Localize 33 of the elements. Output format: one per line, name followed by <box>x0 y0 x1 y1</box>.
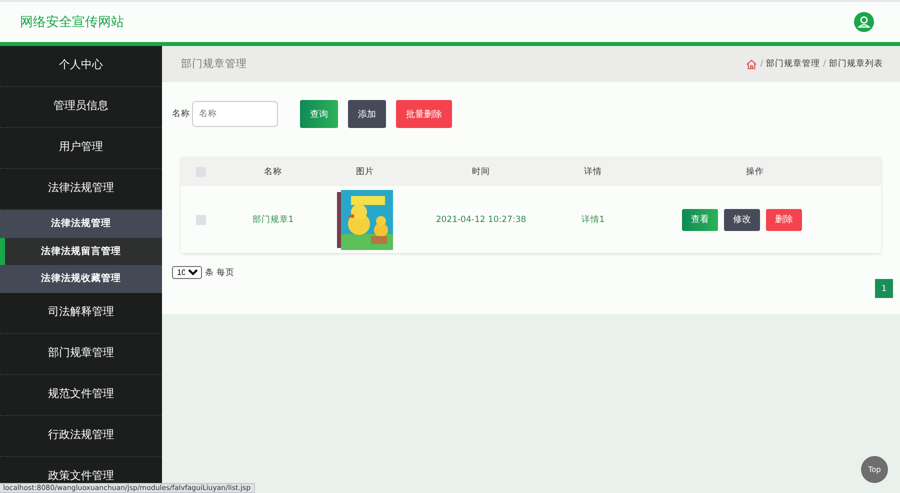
toolbar-button[interactable]: 查询 <box>300 100 338 128</box>
name-input-field[interactable]: 名称 <box>192 101 278 127</box>
row-action-button[interactable]: 删除 <box>766 208 802 230</box>
home-icon[interactable] <box>746 58 758 70</box>
field-label: 名称 <box>172 108 190 120</box>
page-number[interactable]: 1 <box>875 279 893 298</box>
nav-item[interactable]: 规范文件管理 <box>0 374 162 416</box>
submenu-item[interactable]: 法律法规管理 <box>0 210 162 238</box>
breadcrumb-link[interactable]: 部门规章管理 <box>766 58 820 70</box>
submenu-item[interactable]: 法律法规留言管理 <box>0 238 162 265</box>
column-header: 时间 <box>472 166 490 178</box>
site-title: 网络安全宣传网站 <box>20 14 124 31</box>
column-header: 名称 <box>264 166 282 178</box>
column-header: 操作 <box>746 166 764 178</box>
page-size-label: 条 每页 <box>205 266 235 278</box>
user-icon[interactable] <box>854 12 874 32</box>
row-action-button[interactable]: 修改 <box>724 208 760 230</box>
nav-item[interactable]: 行政法规管理 <box>0 416 162 456</box>
column-header: 详情 <box>584 166 602 178</box>
toolbar-button[interactable]: 批量删除 <box>396 100 452 128</box>
table-cell: 详情1 <box>581 214 605 226</box>
toolbar-button[interactable]: 添加 <box>348 100 386 128</box>
row-action-button[interactable]: 查看 <box>682 208 718 230</box>
breadcrumb-link[interactable]: 部门规章列表 <box>829 58 883 70</box>
breadcrumb-separator: / <box>760 59 764 69</box>
row-checkbox[interactable] <box>196 214 206 224</box>
submenu-item[interactable]: 法律法规收藏管理 <box>0 265 162 292</box>
table-cell: 2021-04-12 10:27:38 <box>436 214 526 224</box>
page-title: 部门规章管理 <box>181 57 247 71</box>
table-cell: 部门规章1 <box>252 214 294 226</box>
nav-item[interactable]: 部门规章管理 <box>0 334 162 374</box>
column-header: 图片 <box>356 166 374 178</box>
breadcrumb-separator: / <box>823 59 826 69</box>
